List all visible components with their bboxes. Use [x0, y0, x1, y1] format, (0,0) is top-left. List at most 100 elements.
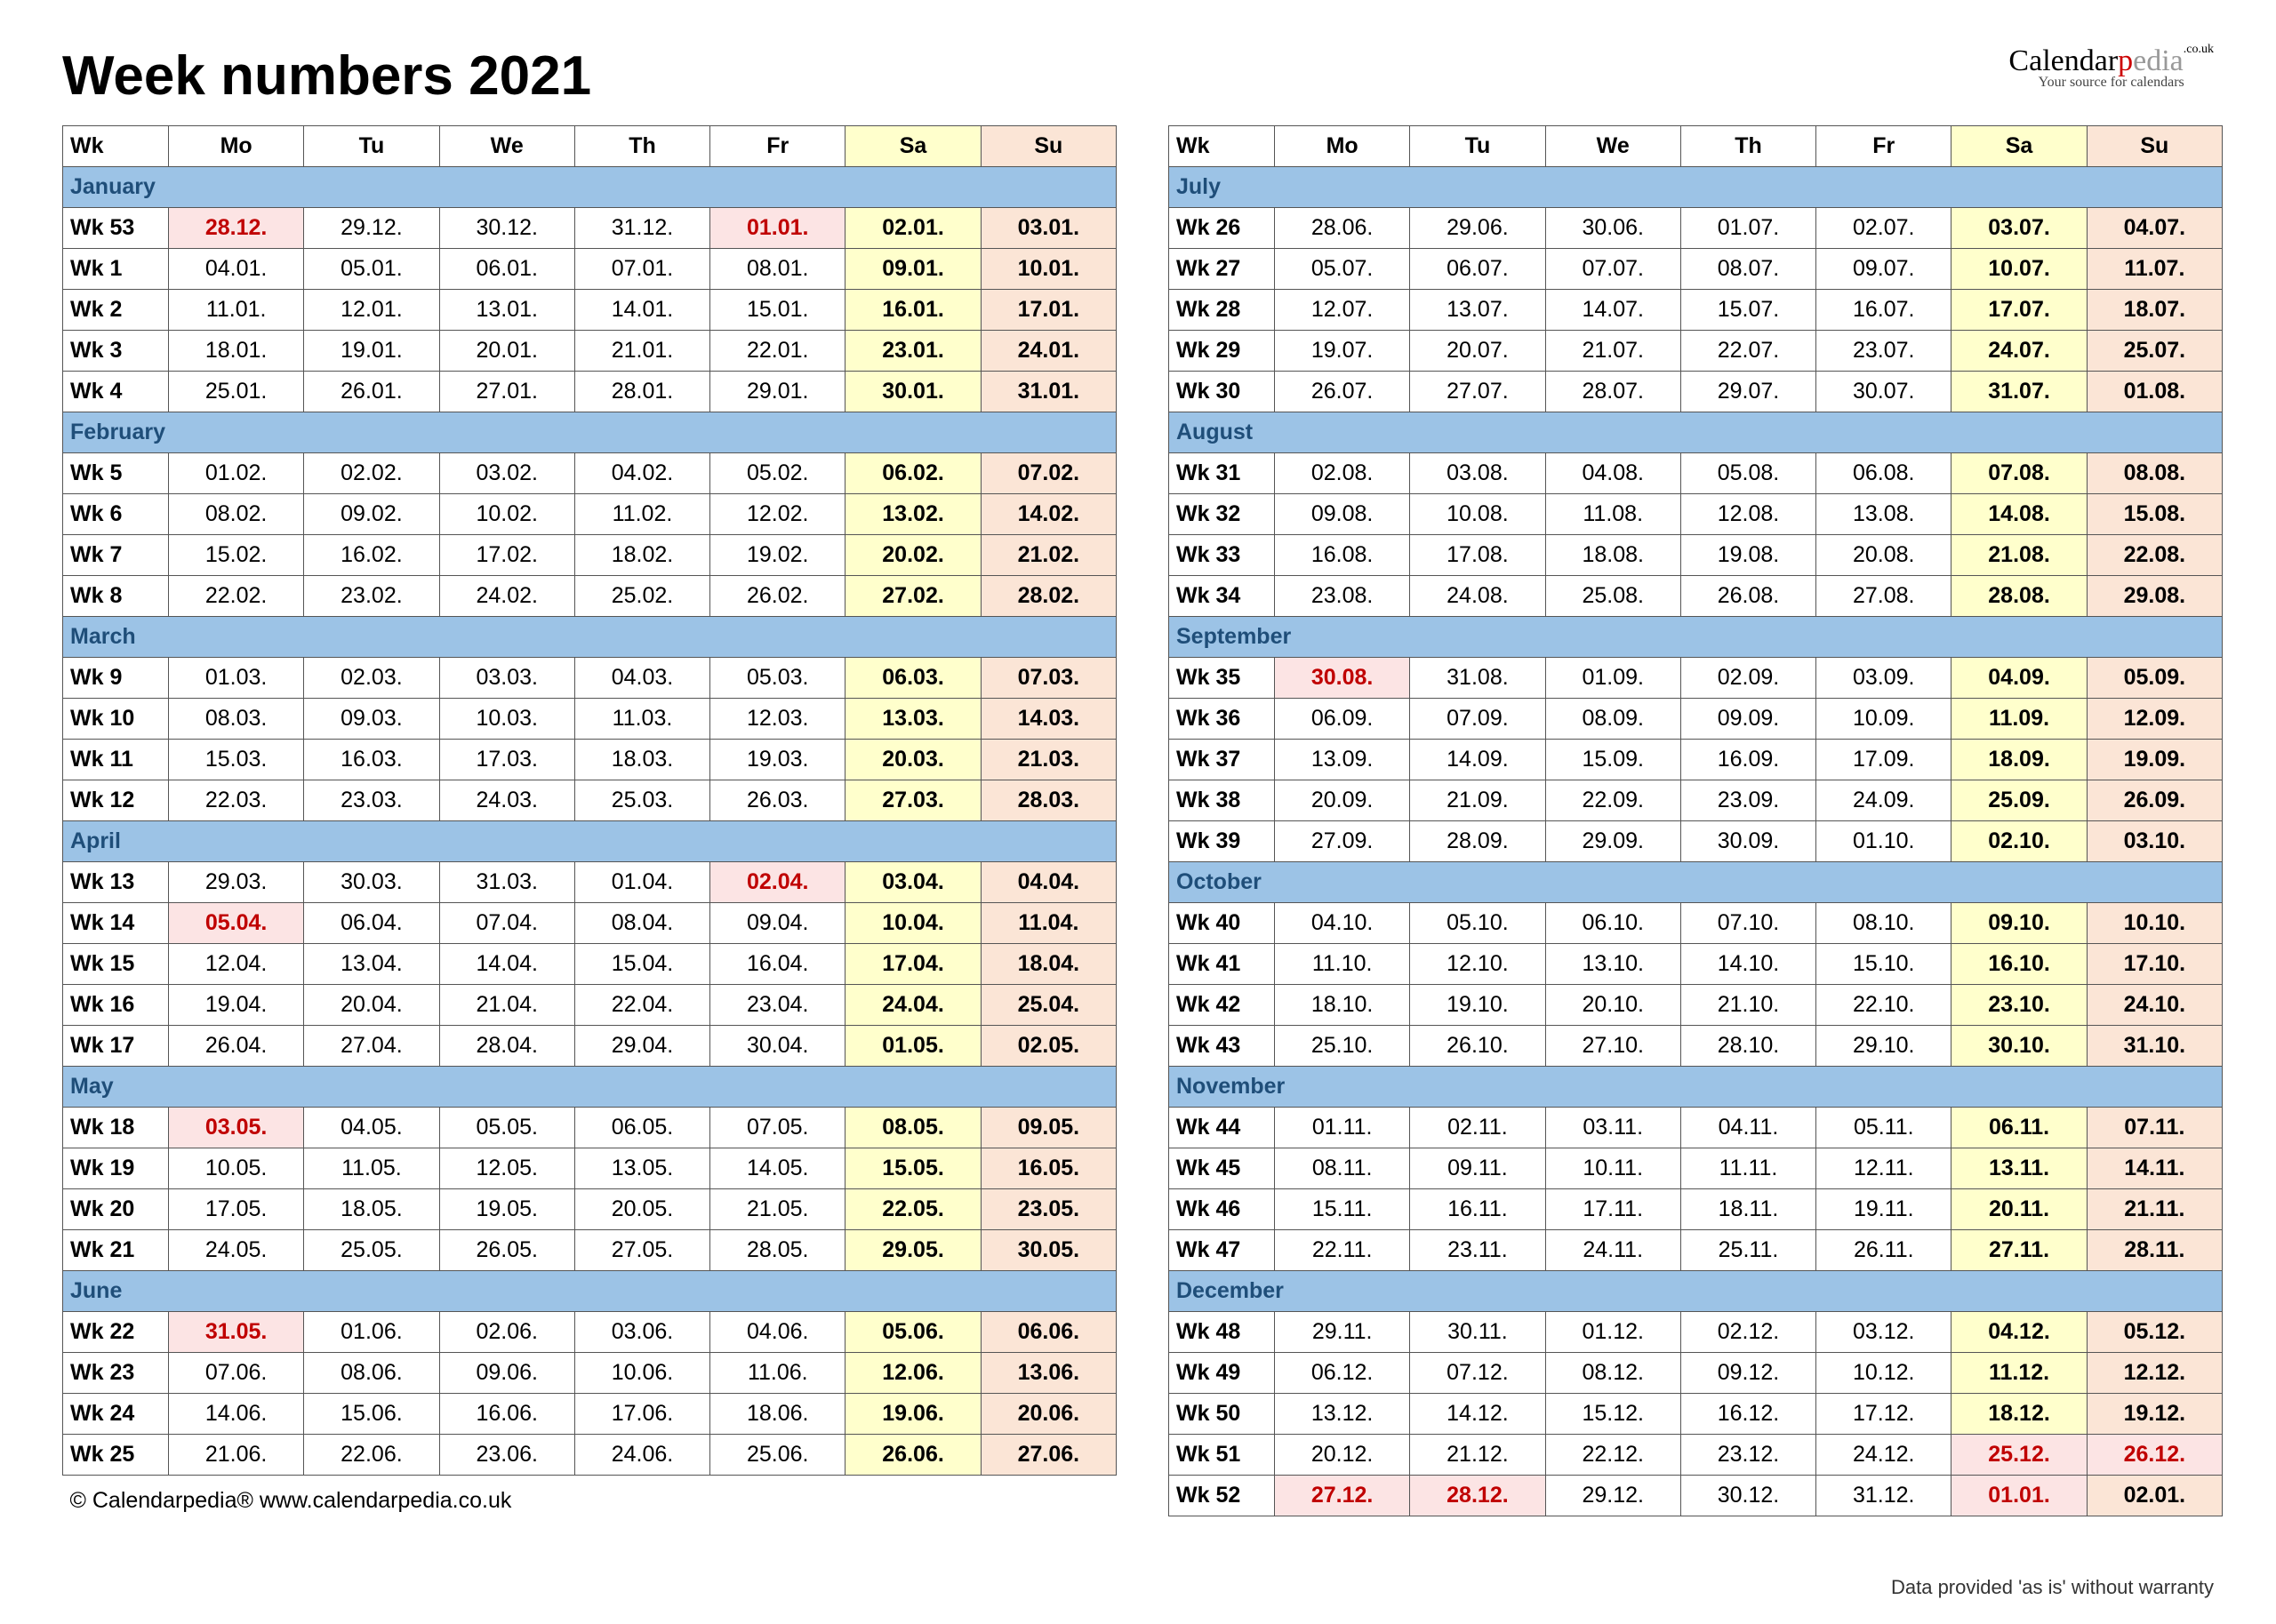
date-cell: 04.04. — [981, 862, 1116, 903]
date-cell: 08.11. — [1275, 1148, 1410, 1189]
date-cell: 06.05. — [574, 1108, 709, 1148]
date-cell: 12.01. — [304, 290, 439, 331]
date-cell: 25.01. — [169, 372, 304, 412]
week-row: Wk 4508.11.09.11.10.11.11.11.12.11.13.11… — [1169, 1148, 2223, 1189]
date-cell: 01.01. — [710, 208, 845, 249]
date-cell: 18.08. — [1545, 535, 1680, 576]
date-cell: 31.07. — [1951, 372, 2087, 412]
date-cell: 01.01. — [1951, 1476, 2087, 1516]
date-cell: 11.03. — [574, 699, 709, 740]
date-cell: 17.09. — [1816, 740, 1951, 780]
date-cell: 11.07. — [2087, 249, 2222, 290]
week-label: Wk 26 — [1169, 208, 1275, 249]
date-cell: 21.04. — [439, 985, 574, 1026]
page-title: Week numbers 2021 — [62, 44, 2223, 108]
date-cell: 24.09. — [1816, 780, 1951, 821]
date-cell: 30.10. — [1951, 1026, 2087, 1067]
date-cell: 24.08. — [1410, 576, 1545, 617]
date-cell: 10.01. — [981, 249, 1116, 290]
date-cell: 05.09. — [2087, 658, 2222, 699]
week-row: Wk 4401.11.02.11.03.11.04.11.05.11.06.11… — [1169, 1108, 2223, 1148]
date-cell: 23.07. — [1816, 331, 1951, 372]
page: Week numbers 2021 Calendarpedia.co.uk Yo… — [0, 0, 2276, 1624]
copyright: © Calendarpedia® www.calendarpedia.co.uk — [63, 1476, 1117, 1522]
week-row: Wk 5120.12.21.12.22.12.23.12.24.12.25.12… — [1169, 1435, 2223, 1476]
week-label: Wk 47 — [1169, 1230, 1275, 1271]
date-cell: 10.10. — [2087, 903, 2222, 944]
date-cell: 16.07. — [1816, 290, 1951, 331]
left-table: WkMoTuWeThFrSaSuJanuaryWk 5328.12.29.12.… — [62, 125, 1117, 1521]
week-row: Wk 4906.12.07.12.08.12.09.12.10.12.11.12… — [1169, 1353, 2223, 1394]
date-cell: 19.09. — [2087, 740, 2222, 780]
date-cell: 18.09. — [1951, 740, 2087, 780]
date-cell: 17.07. — [1951, 290, 2087, 331]
date-cell: 24.11. — [1545, 1230, 1680, 1271]
date-cell: 07.05. — [710, 1108, 845, 1148]
date-cell: 17.10. — [2087, 944, 2222, 985]
date-cell: 13.09. — [1275, 740, 1410, 780]
date-cell: 20.05. — [574, 1189, 709, 1230]
week-row: Wk 4325.10.26.10.27.10.28.10.29.10.30.10… — [1169, 1026, 2223, 1067]
date-cell: 02.09. — [1680, 658, 1815, 699]
brand-logo: Calendarpedia.co.uk Your source for cale… — [2008, 44, 2214, 91]
date-cell: 20.02. — [845, 535, 981, 576]
date-cell: 06.02. — [845, 453, 981, 494]
date-cell: 06.06. — [981, 1312, 1116, 1353]
date-cell: 30.01. — [845, 372, 981, 412]
date-cell: 16.02. — [304, 535, 439, 576]
date-cell: 02.07. — [1816, 208, 1951, 249]
date-cell: 24.07. — [1951, 331, 2087, 372]
left-column: WkMoTuWeThFrSaSuJanuaryWk 5328.12.29.12.… — [62, 125, 1117, 1521]
month-header: May — [63, 1067, 1117, 1108]
date-cell: 01.12. — [1545, 1312, 1680, 1353]
week-label: Wk 52 — [1169, 1476, 1275, 1516]
date-cell: 05.10. — [1410, 903, 1545, 944]
date-cell: 13.06. — [981, 1353, 1116, 1394]
date-cell: 18.12. — [1951, 1394, 2087, 1435]
date-cell: 03.01. — [981, 208, 1116, 249]
date-cell: 29.11. — [1275, 1312, 1410, 1353]
date-cell: 21.01. — [574, 331, 709, 372]
date-cell: 19.12. — [2087, 1394, 2222, 1435]
date-cell: 02.02. — [304, 453, 439, 494]
date-cell: 01.02. — [169, 453, 304, 494]
week-label: Wk 36 — [1169, 699, 1275, 740]
date-cell: 07.12. — [1410, 1353, 1545, 1394]
date-cell: 08.04. — [574, 903, 709, 944]
date-cell: 05.03. — [710, 658, 845, 699]
week-row: Wk 2414.06.15.06.16.06.17.06.18.06.19.06… — [63, 1394, 1117, 1435]
date-cell: 08.06. — [304, 1353, 439, 1394]
date-cell: 02.01. — [845, 208, 981, 249]
week-row: Wk 4829.11.30.11.01.12.02.12.03.12.04.12… — [1169, 1312, 2223, 1353]
date-cell: 29.06. — [1410, 208, 1545, 249]
date-cell: 18.07. — [2087, 290, 2222, 331]
week-row: Wk 4111.10.12.10.13.10.14.10.15.10.16.10… — [1169, 944, 2223, 985]
date-cell: 09.09. — [1680, 699, 1815, 740]
date-cell: 18.03. — [574, 740, 709, 780]
date-cell: 14.02. — [981, 494, 1116, 535]
week-label: Wk 46 — [1169, 1189, 1275, 1230]
week-row: Wk 901.03.02.03.03.03.04.03.05.03.06.03.… — [63, 658, 1117, 699]
col-header: Wk — [1169, 126, 1275, 167]
date-cell: 04.07. — [2087, 208, 2222, 249]
date-cell: 18.05. — [304, 1189, 439, 1230]
date-cell: 30.07. — [1816, 372, 1951, 412]
date-cell: 17.04. — [845, 944, 981, 985]
date-cell: 02.05. — [981, 1026, 1116, 1067]
date-cell: 29.04. — [574, 1026, 709, 1067]
date-cell: 10.02. — [439, 494, 574, 535]
date-cell: 26.04. — [169, 1026, 304, 1067]
date-cell: 11.06. — [710, 1353, 845, 1394]
date-cell: 22.06. — [304, 1435, 439, 1476]
date-cell: 11.04. — [981, 903, 1116, 944]
date-cell: 17.05. — [169, 1189, 304, 1230]
week-row: Wk 1222.03.23.03.24.03.25.03.26.03.27.03… — [63, 780, 1117, 821]
date-cell: 27.08. — [1816, 576, 1951, 617]
date-cell: 29.01. — [710, 372, 845, 412]
date-cell: 22.08. — [2087, 535, 2222, 576]
date-cell: 15.01. — [710, 290, 845, 331]
date-cell: 28.12. — [1410, 1476, 1545, 1516]
date-cell: 28.05. — [710, 1230, 845, 1271]
date-cell: 01.08. — [2087, 372, 2222, 412]
date-cell: 05.08. — [1680, 453, 1815, 494]
